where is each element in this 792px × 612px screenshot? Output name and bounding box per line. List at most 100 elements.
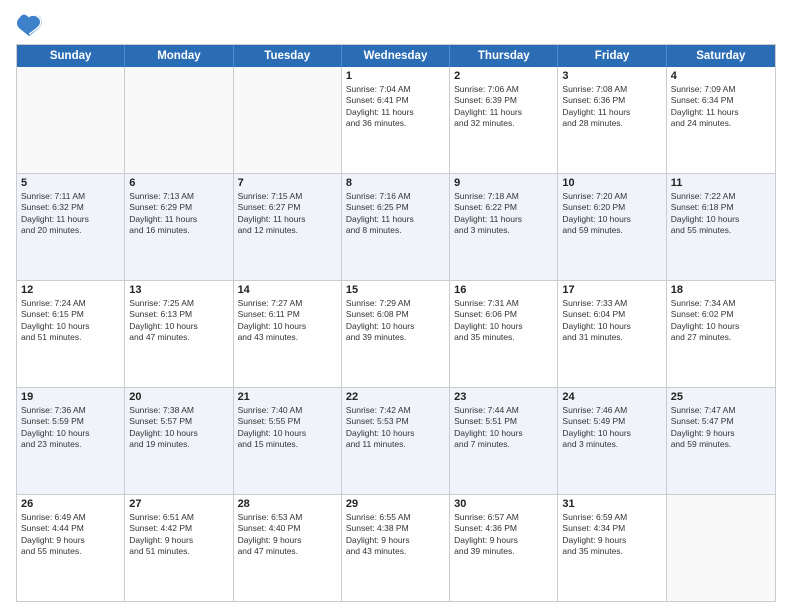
day-info: Sunrise: 7:25 AM Sunset: 6:13 PM Dayligh… xyxy=(129,298,228,344)
calendar-day-6: 6 Sunrise: 7:13 AM Sunset: 6:29 PM Daylig… xyxy=(125,174,233,280)
day-number: 20 xyxy=(129,391,228,403)
day-number: 22 xyxy=(346,391,445,403)
day-info: Sunrise: 6:57 AM Sunset: 4:36 PM Dayligh… xyxy=(454,512,553,558)
day-info: Sunrise: 7:08 AM Sunset: 6:36 PM Dayligh… xyxy=(562,84,661,130)
logo xyxy=(16,10,48,38)
day-number: 12 xyxy=(21,284,120,296)
header-day-sunday: Sunday xyxy=(17,45,125,67)
day-info: Sunrise: 6:53 AM Sunset: 4:40 PM Dayligh… xyxy=(238,512,337,558)
day-info: Sunrise: 7:13 AM Sunset: 6:29 PM Dayligh… xyxy=(129,191,228,237)
calendar-day-11: 11 Sunrise: 7:22 AM Sunset: 6:18 PM Dayli… xyxy=(667,174,775,280)
day-info: Sunrise: 7:20 AM Sunset: 6:20 PM Dayligh… xyxy=(562,191,661,237)
day-number: 24 xyxy=(562,391,661,403)
day-info: Sunrise: 7:09 AM Sunset: 6:34 PM Dayligh… xyxy=(671,84,771,130)
calendar-header: SundayMondayTuesdayWednesdayThursdayFrid… xyxy=(17,45,775,67)
calendar-day-empty-0-2 xyxy=(234,67,342,173)
day-number: 11 xyxy=(671,177,771,189)
day-number: 14 xyxy=(238,284,337,296)
day-info: Sunrise: 7:22 AM Sunset: 6:18 PM Dayligh… xyxy=(671,191,771,237)
day-info: Sunrise: 6:51 AM Sunset: 4:42 PM Dayligh… xyxy=(129,512,228,558)
day-number: 1 xyxy=(346,70,445,82)
day-info: Sunrise: 7:47 AM Sunset: 5:47 PM Dayligh… xyxy=(671,405,771,451)
header-day-thursday: Thursday xyxy=(450,45,558,67)
day-number: 9 xyxy=(454,177,553,189)
day-info: Sunrise: 7:06 AM Sunset: 6:39 PM Dayligh… xyxy=(454,84,553,130)
day-number: 29 xyxy=(346,498,445,510)
header-day-tuesday: Tuesday xyxy=(234,45,342,67)
calendar-day-23: 23 Sunrise: 7:44 AM Sunset: 5:51 PM Dayli… xyxy=(450,388,558,494)
day-info: Sunrise: 7:29 AM Sunset: 6:08 PM Dayligh… xyxy=(346,298,445,344)
calendar-week-5: 26Sunrise: 6:49 AM Sunset: 4:44 PM Dayli… xyxy=(17,495,775,601)
logo-icon xyxy=(16,10,44,38)
day-number: 7 xyxy=(238,177,337,189)
day-info: Sunrise: 6:59 AM Sunset: 4:34 PM Dayligh… xyxy=(562,512,661,558)
day-info: Sunrise: 7:44 AM Sunset: 5:51 PM Dayligh… xyxy=(454,405,553,451)
day-number: 10 xyxy=(562,177,661,189)
calendar-day-4: 4 Sunrise: 7:09 AM Sunset: 6:34 PM Daylig… xyxy=(667,67,775,173)
header-day-friday: Friday xyxy=(558,45,666,67)
header-day-monday: Monday xyxy=(125,45,233,67)
calendar-week-2: 5 Sunrise: 7:11 AM Sunset: 6:32 PM Daylig… xyxy=(17,174,775,281)
calendar-day-17: 17 Sunrise: 7:33 AM Sunset: 6:04 PM Dayli… xyxy=(558,281,666,387)
calendar-day-15: 15 Sunrise: 7:29 AM Sunset: 6:08 PM Dayli… xyxy=(342,281,450,387)
day-number: 21 xyxy=(238,391,337,403)
day-number: 15 xyxy=(346,284,445,296)
day-info: Sunrise: 7:40 AM Sunset: 5:55 PM Dayligh… xyxy=(238,405,337,451)
day-info: Sunrise: 7:16 AM Sunset: 6:25 PM Dayligh… xyxy=(346,191,445,237)
day-info: Sunrise: 7:46 AM Sunset: 5:49 PM Dayligh… xyxy=(562,405,661,451)
day-number: 28 xyxy=(238,498,337,510)
calendar-week-3: 12 Sunrise: 7:24 AM Sunset: 6:15 PM Dayli… xyxy=(17,281,775,388)
day-info: Sunrise: 7:24 AM Sunset: 6:15 PM Dayligh… xyxy=(21,298,120,344)
day-number: 17 xyxy=(562,284,661,296)
header-day-saturday: Saturday xyxy=(667,45,775,67)
calendar-day-26: 26Sunrise: 6:49 AM Sunset: 4:44 PM Dayli… xyxy=(17,495,125,601)
calendar-day-13: 13 Sunrise: 7:25 AM Sunset: 6:13 PM Dayli… xyxy=(125,281,233,387)
day-number: 8 xyxy=(346,177,445,189)
day-number: 2 xyxy=(454,70,553,82)
calendar-day-18: 18Sunrise: 7:34 AM Sunset: 6:02 PM Dayli… xyxy=(667,281,775,387)
day-info: Sunrise: 6:55 AM Sunset: 4:38 PM Dayligh… xyxy=(346,512,445,558)
calendar-body: 1 Sunrise: 7:04 AM Sunset: 6:41 PM Daylig… xyxy=(17,67,775,601)
calendar-day-7: 7 Sunrise: 7:15 AM Sunset: 6:27 PM Daylig… xyxy=(234,174,342,280)
calendar-day-21: 21 Sunrise: 7:40 AM Sunset: 5:55 PM Dayli… xyxy=(234,388,342,494)
day-info: Sunrise: 7:33 AM Sunset: 6:04 PM Dayligh… xyxy=(562,298,661,344)
calendar-day-3: 3 Sunrise: 7:08 AM Sunset: 6:36 PM Daylig… xyxy=(558,67,666,173)
day-number: 13 xyxy=(129,284,228,296)
calendar-day-25: 25 Sunrise: 7:47 AM Sunset: 5:47 PM Dayli… xyxy=(667,388,775,494)
day-number: 5 xyxy=(21,177,120,189)
calendar-week-4: 19Sunrise: 7:36 AM Sunset: 5:59 PM Dayli… xyxy=(17,388,775,495)
day-info: Sunrise: 7:15 AM Sunset: 6:27 PM Dayligh… xyxy=(238,191,337,237)
day-number: 31 xyxy=(562,498,661,510)
calendar-day-empty-0-1 xyxy=(125,67,233,173)
day-info: Sunrise: 7:11 AM Sunset: 6:32 PM Dayligh… xyxy=(21,191,120,237)
calendar-day-27: 27 Sunrise: 6:51 AM Sunset: 4:42 PM Dayli… xyxy=(125,495,233,601)
calendar-day-12: 12 Sunrise: 7:24 AM Sunset: 6:15 PM Dayli… xyxy=(17,281,125,387)
day-number: 27 xyxy=(129,498,228,510)
day-number: 30 xyxy=(454,498,553,510)
day-info: Sunrise: 7:27 AM Sunset: 6:11 PM Dayligh… xyxy=(238,298,337,344)
calendar-day-9: 9Sunrise: 7:18 AM Sunset: 6:22 PM Daylig… xyxy=(450,174,558,280)
calendar-day-30: 30 Sunrise: 6:57 AM Sunset: 4:36 PM Dayli… xyxy=(450,495,558,601)
day-number: 6 xyxy=(129,177,228,189)
day-info: Sunrise: 7:04 AM Sunset: 6:41 PM Dayligh… xyxy=(346,84,445,130)
day-number: 4 xyxy=(671,70,771,82)
calendar-day-19: 19Sunrise: 7:36 AM Sunset: 5:59 PM Dayli… xyxy=(17,388,125,494)
calendar-day-empty-0-0 xyxy=(17,67,125,173)
day-info: Sunrise: 7:31 AM Sunset: 6:06 PM Dayligh… xyxy=(454,298,553,344)
calendar-day-22: 22 Sunrise: 7:42 AM Sunset: 5:53 PM Dayli… xyxy=(342,388,450,494)
day-info: Sunrise: 7:38 AM Sunset: 5:57 PM Dayligh… xyxy=(129,405,228,451)
day-number: 16 xyxy=(454,284,553,296)
calendar-day-31: 31 Sunrise: 6:59 AM Sunset: 4:34 PM Dayli… xyxy=(558,495,666,601)
calendar-day-20: 20 Sunrise: 7:38 AM Sunset: 5:57 PM Dayli… xyxy=(125,388,233,494)
calendar-day-10: 10 Sunrise: 7:20 AM Sunset: 6:20 PM Dayli… xyxy=(558,174,666,280)
day-number: 18 xyxy=(671,284,771,296)
calendar-day-empty-4-6 xyxy=(667,495,775,601)
day-info: Sunrise: 7:42 AM Sunset: 5:53 PM Dayligh… xyxy=(346,405,445,451)
day-number: 23 xyxy=(454,391,553,403)
calendar-day-24: 24 Sunrise: 7:46 AM Sunset: 5:49 PM Dayli… xyxy=(558,388,666,494)
calendar-week-1: 1 Sunrise: 7:04 AM Sunset: 6:41 PM Daylig… xyxy=(17,67,775,174)
day-number: 3 xyxy=(562,70,661,82)
calendar-day-29: 29 Sunrise: 6:55 AM Sunset: 4:38 PM Dayli… xyxy=(342,495,450,601)
day-number: 25 xyxy=(671,391,771,403)
day-number: 26 xyxy=(21,498,120,510)
